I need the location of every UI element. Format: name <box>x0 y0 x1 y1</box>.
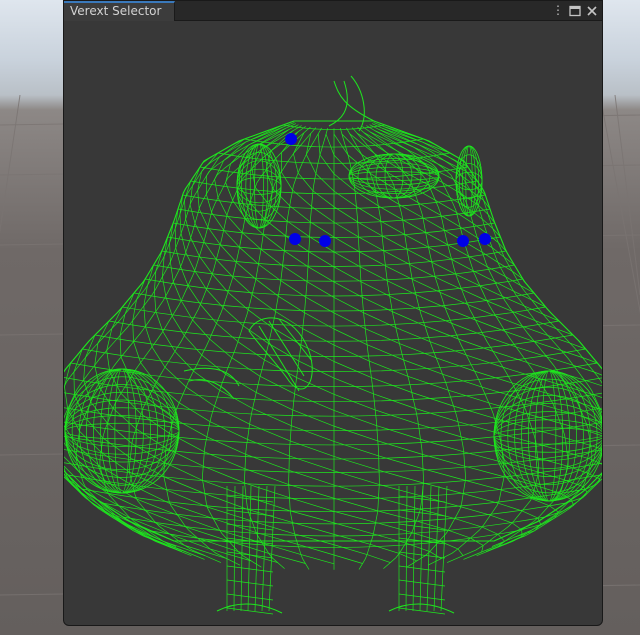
selected-vertex-point[interactable] <box>289 233 301 245</box>
window-tab[interactable]: Verext Selector <box>64 1 176 21</box>
selected-vertex-point[interactable] <box>285 133 297 145</box>
window-titlebar: Verext Selector ⋮ <box>64 1 602 21</box>
selected-vertex-point[interactable] <box>479 233 491 245</box>
scene-viewport[interactable] <box>64 21 602 625</box>
selected-vertex-point[interactable] <box>457 235 469 247</box>
kebab-menu-icon[interactable]: ⋮ <box>551 3 565 18</box>
close-icon[interactable] <box>585 3 599 18</box>
mesh-wires <box>64 75 602 615</box>
vertex-selector-window: Verext Selector ⋮ <box>63 0 603 626</box>
wireframe-mesh[interactable] <box>64 21 602 625</box>
selected-vertex-point[interactable] <box>319 235 331 247</box>
maximize-icon[interactable] <box>568 3 582 18</box>
